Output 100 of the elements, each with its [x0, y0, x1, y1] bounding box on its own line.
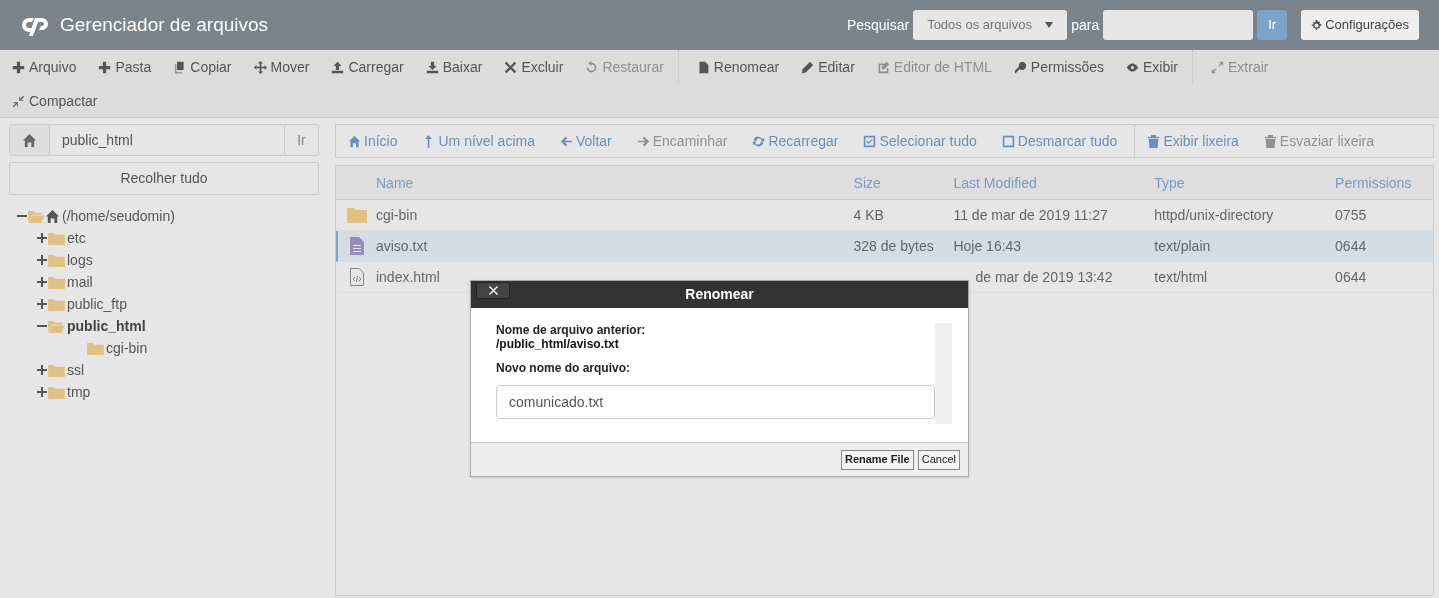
tree-item[interactable]: public_ftp [67, 293, 127, 315]
close-icon [488, 286, 498, 295]
table-cell: text/plain [1154, 238, 1211, 254]
code-file-icon [350, 268, 364, 286]
rename-file-button[interactable]: Rename File [840, 449, 914, 470]
folder-icon [48, 297, 65, 311]
path-go-button[interactable]: Ir [284, 124, 319, 156]
trash-icon [1263, 134, 1277, 148]
tree-item[interactable]: logs [67, 249, 93, 271]
path-field[interactable]: public_html [50, 124, 284, 156]
scrollbar[interactable] [935, 323, 952, 424]
compress-icon [12, 94, 25, 108]
tree-item[interactable]: etc [67, 227, 86, 249]
caret-icon [1045, 22, 1054, 28]
table-cell: cgi-bin [375, 207, 418, 223]
folder-icon [48, 385, 65, 399]
open-folder-icon [48, 319, 65, 333]
arrow-left-icon [559, 134, 573, 148]
settings-icon [1311, 19, 1323, 31]
search-label: Pesquisar [846, 15, 910, 35]
new-name-field[interactable]: comunicado.txt [496, 385, 935, 419]
text-file-icon [350, 237, 364, 255]
folder-icon [48, 253, 65, 267]
toolbar-button[interactable]: Exibir [1118, 50, 1186, 84]
settings-button[interactable]: Configurações [1301, 10, 1419, 40]
arrow-right-icon [636, 134, 650, 148]
folder-icon [347, 207, 367, 223]
toolbar-button[interactable]: Renomear [688, 50, 788, 84]
plus-icon [98, 60, 112, 74]
toolbar-button[interactable]: Editar [793, 50, 863, 84]
expand-icon[interactable] [37, 365, 47, 375]
toolbar-button[interactable]: Baixar [417, 50, 491, 84]
tree-item[interactable]: public_html [67, 315, 146, 337]
old-name-label: Nome de arquivo anterior: [496, 323, 647, 337]
folder-icon [48, 231, 65, 245]
toolbar-button[interactable]: Carregar [323, 50, 412, 84]
checkbox-icon [1001, 134, 1015, 148]
app-title: Gerenciador de arquivos [60, 12, 269, 37]
toolbar-button[interactable]: Permissões [1005, 50, 1112, 84]
key-icon [1013, 60, 1027, 74]
collapse-all-button[interactable]: Recolher tudo [9, 162, 319, 195]
trash-icon [1147, 134, 1161, 148]
checkbox-checked-icon [863, 134, 877, 148]
expand-icon[interactable] [37, 255, 47, 265]
close-icon [504, 60, 518, 74]
table-cell: httpd/unix-directory [1154, 207, 1274, 223]
dialog-title: Renomear [685, 285, 754, 304]
table-cell: Hoje 16:43 [953, 238, 1022, 254]
new-name-label: Novo nome do arquivo: [496, 360, 631, 377]
table-cell: 11 de mar de 2019 11:27 [953, 207, 1108, 223]
reload-icon [752, 134, 766, 148]
eye-icon [1126, 60, 1139, 74]
tree-item[interactable]: mail [67, 271, 93, 293]
toolbar-button[interactable]: Excluir [496, 50, 572, 84]
folder-icon [48, 363, 65, 377]
tree-item[interactable]: cgi-bin [106, 337, 148, 359]
undo-icon [585, 60, 599, 74]
home-icon [348, 134, 361, 148]
upload-icon [331, 60, 345, 74]
open-folder-icon [28, 209, 45, 223]
home-icon [22, 132, 37, 148]
expand-icon[interactable] [37, 277, 47, 287]
table-cell: text/html [1154, 269, 1208, 285]
for-label: para [1071, 15, 1100, 35]
old-path: /public_html/aviso.txt [496, 337, 620, 351]
folder-icon [48, 275, 65, 289]
tree-item[interactable]: ssl [67, 359, 85, 381]
copy-icon [173, 60, 187, 74]
file-icon [696, 60, 710, 74]
toolbar-button[interactable]: Arquivo [4, 50, 85, 84]
toolbar-button[interactable]: Copiar [165, 50, 240, 84]
close-button[interactable] [476, 282, 510, 299]
tree-item[interactable]: tmp [67, 381, 91, 403]
search-scope-select[interactable]: Todos os arquivos [913, 10, 1068, 40]
table-cell: 0644 [1335, 269, 1367, 285]
expand-icon [1211, 60, 1224, 74]
folder-icon [87, 341, 104, 355]
expand-icon[interactable] [37, 299, 47, 309]
table-cell: aviso.txt [375, 238, 428, 254]
table-cell: index.html [375, 269, 440, 285]
move-icon [253, 60, 267, 74]
table-cell: 0755 [1335, 207, 1367, 223]
tree-item[interactable]: (/home/seudomin) [62, 205, 175, 227]
table-cell: 328 de bytes [853, 238, 934, 254]
pencil-icon [801, 60, 815, 74]
download-icon [425, 60, 439, 74]
toolbar-button[interactable]: Pasta [90, 50, 160, 84]
toolbar-button[interactable]: Compactar [4, 84, 106, 118]
toolbar-button[interactable]: Mover [245, 50, 318, 84]
home-icon [45, 208, 60, 224]
table-cell: 0644 [1335, 238, 1367, 254]
plus-icon [12, 60, 25, 74]
table-cell: 4 KB [853, 207, 884, 223]
home-button[interactable] [9, 124, 50, 156]
expand-icon[interactable] [37, 233, 47, 243]
expand-icon[interactable] [37, 387, 47, 397]
edit-icon [876, 60, 890, 74]
search-field[interactable] [1103, 10, 1254, 40]
table-cell: de mar de 2019 13:42 [975, 269, 1113, 285]
cancel-button[interactable]: Cancel [917, 449, 960, 470]
